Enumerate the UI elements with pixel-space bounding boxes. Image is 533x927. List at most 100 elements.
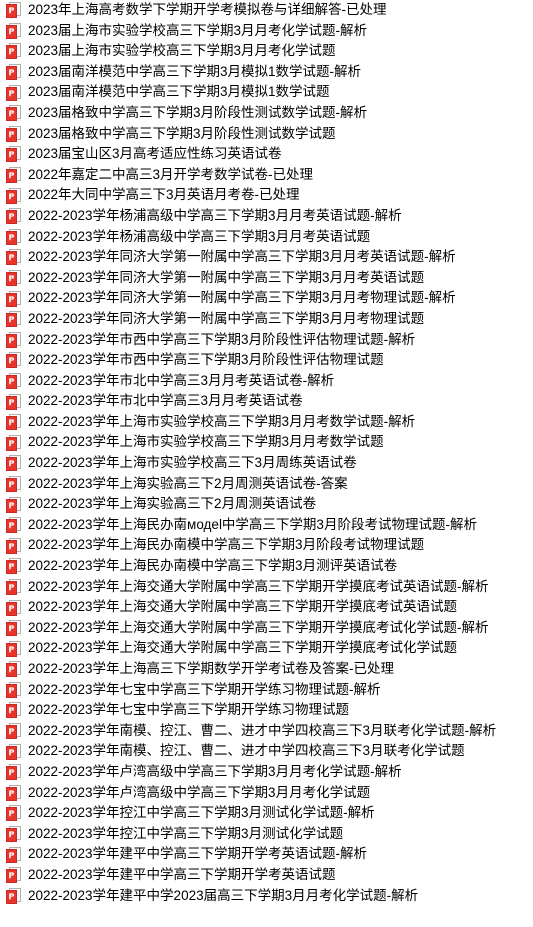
- file-list-item[interactable]: 2023届格致中学高三下学期3月阶段性测试数学试题-解析: [0, 103, 533, 124]
- pdf-document-icon: [6, 208, 21, 225]
- file-list-item[interactable]: 2022-2023学年建平中学高三下学期开学考英语试题: [0, 865, 533, 886]
- file-list-item[interactable]: 2022-2023学年上海实验高三下2月周测英语试卷-答案: [0, 474, 533, 495]
- pdf-document-icon: [6, 764, 21, 781]
- pdf-document-icon: [6, 620, 21, 637]
- file-list-item[interactable]: 2023届南洋模范中学高三下学期3月模拟1数学试题: [0, 82, 533, 103]
- file-list-item-label: 2022-2023学年同济大学第一附属中学高三下学期3月月考英语试题: [28, 269, 425, 285]
- file-list-item-label: 2022-2023学年上海民办南модel中学高三下学期3月阶段考试物理试题-解…: [28, 516, 477, 532]
- file-list-item-label: 2022-2023学年建平中学高三下学期开学考英语试题-解析: [28, 846, 368, 862]
- file-list-item-label: 2022-2023学年上海实验高三下2月周测英语试卷-答案: [28, 475, 348, 491]
- pdf-document-icon: [6, 743, 21, 760]
- file-list-item[interactable]: 2022-2023学年同济大学第一附属中学高三下学期3月月考英语试题: [0, 268, 533, 289]
- file-list-item[interactable]: 2022-2023学年上海实验高三下2月周测英语试卷: [0, 494, 533, 515]
- pdf-document-icon: [6, 578, 21, 595]
- file-list-item[interactable]: 2022-2023学年七宝中学高三下学期开学练习物理试题-解析: [0, 680, 533, 701]
- file-list-item-label: 2022-2023学年上海交通大学附属中学高三下学期开学摸底考试英语试题: [28, 599, 458, 615]
- file-list-item[interactable]: 2022-2023学年市西中学高三下学期3月阶段性评估物理试题: [0, 350, 533, 371]
- file-list-item-label: 2022-2023学年上海市实验学校高三下学期3月月考数学试题-解析: [28, 413, 416, 429]
- file-list-item[interactable]: 2022年大同中学高三下3月英语月考卷-已处理: [0, 185, 533, 206]
- pdf-document-icon: [6, 64, 21, 81]
- file-list-item[interactable]: 2022-2023学年杨浦高级中学高三下学期3月月考英语试题-解析: [0, 206, 533, 227]
- file-list-item-label: 2023届格致中学高三下学期3月阶段性测试数学试题-解析: [28, 104, 368, 120]
- file-list-item[interactable]: 2022-2023学年上海市实验学校高三下学期3月月考数学试题-解析: [0, 412, 533, 433]
- file-list-item-label: 2022-2023学年市北中学高三3月月考英语试卷: [28, 393, 303, 409]
- file-list-item[interactable]: 2023届南洋模范中学高三下学期3月模拟1数学试题-解析: [0, 62, 533, 83]
- pdf-document-icon: [6, 661, 21, 678]
- file-list-item[interactable]: 2022-2023学年建平中学高三下学期开学考英语试题-解析: [0, 844, 533, 865]
- pdf-document-icon: [6, 784, 21, 801]
- file-list-item[interactable]: 2022-2023学年上海交通大学附属中学高三下学期开学摸底考试英语试题-解析: [0, 577, 533, 598]
- file-list-item-label: 2022-2023学年上海交通大学附属中学高三下学期开学摸底考试英语试题-解析: [28, 578, 489, 594]
- file-list-item[interactable]: 2022-2023学年上海市实验学校高三下3月周练英语试卷: [0, 453, 533, 474]
- file-list-item[interactable]: 2022-2023学年南模、控江、曹二、进才中学四校高三下3月联考化学试题: [0, 741, 533, 762]
- file-list-item[interactable]: 2022-2023学年卢湾高级中学高三下学期3月月考化学试题-解析: [0, 762, 533, 783]
- pdf-document-icon: [6, 228, 21, 245]
- file-list-item-label: 2022-2023学年上海市实验学校高三下学期3月月考数学试题: [28, 434, 384, 450]
- file-list-item-label: 2022-2023学年南模、控江、曹二、进才中学四校高三下3月联考化学试题-解析: [28, 722, 497, 738]
- file-list-item[interactable]: 2023届上海市实验学校高三下学期3月月考化学试题: [0, 41, 533, 62]
- pdf-document-icon: [6, 2, 21, 19]
- pdf-document-icon: [6, 640, 21, 657]
- file-list-item-label: 2022-2023学年建平中学2023届高三下学期3月月考化学试题-解析: [28, 887, 419, 903]
- file-list-item[interactable]: 2022-2023学年上海民办南модel中学高三下学期3月阶段考试物理试题-解…: [0, 515, 533, 536]
- file-list-item-label: 2022-2023学年市西中学高三下学期3月阶段性评估物理试题-解析: [28, 331, 416, 347]
- file-list-item-label: 2022-2023学年杨浦高级中学高三下学期3月月考英语试题: [28, 228, 371, 244]
- pdf-document-icon: [6, 187, 21, 204]
- file-list-item[interactable]: 2022-2023学年上海交通大学附属中学高三下学期开学摸底考试化学试题-解析: [0, 618, 533, 639]
- file-list-item[interactable]: 2022-2023学年南模、控江、曹二、进才中学四校高三下3月联考化学试题-解析: [0, 721, 533, 742]
- file-list[interactable]: 2023年上海高考数学下学期开学考模拟卷与详细解答-已处理 2023届上海市实验…: [0, 0, 533, 906]
- file-list-item-label: 2022-2023学年同济大学第一附属中学高三下学期3月月考物理试题: [28, 310, 425, 326]
- file-list-item-label: 2022-2023学年上海交通大学附属中学高三下学期开学摸底考试化学试题-解析: [28, 619, 489, 635]
- file-list-item[interactable]: 2022-2023学年控江中学高三下学期3月测试化学试题: [0, 824, 533, 845]
- pdf-document-icon: [6, 249, 21, 266]
- file-list-item[interactable]: 2022-2023学年同济大学第一附属中学高三下学期3月月考物理试题-解析: [0, 288, 533, 309]
- file-list-item[interactable]: 2022-2023学年上海民办南模中学高三下学期3月测评英语试卷: [0, 556, 533, 577]
- pdf-document-icon: [6, 372, 21, 389]
- pdf-document-icon: [6, 43, 21, 60]
- file-list-item-label: 2023届格致中学高三下学期3月阶段性测试数学试题: [28, 125, 336, 141]
- file-list-item-label: 2022-2023学年卢湾高级中学高三下学期3月月考化学试题: [28, 784, 371, 800]
- pdf-document-icon: [6, 352, 21, 369]
- pdf-document-icon: [6, 270, 21, 287]
- pdf-document-icon: [6, 475, 21, 492]
- file-list-item[interactable]: 2022-2023学年市北中学高三3月月考英语试卷-解析: [0, 371, 533, 392]
- file-list-item-label: 2022-2023学年上海民办南模中学高三下学期3月阶段考试物理试题: [28, 537, 425, 553]
- file-list-item[interactable]: 2022-2023学年市西中学高三下学期3月阶段性评估物理试题-解析: [0, 330, 533, 351]
- pdf-document-icon: [6, 846, 21, 863]
- file-list-item[interactable]: 2022-2023学年同济大学第一附属中学高三下学期3月月考物理试题: [0, 309, 533, 330]
- file-list-item-label: 2022-2023学年卢湾高级中学高三下学期3月月考化学试题-解析: [28, 763, 402, 779]
- file-list-item[interactable]: 2023年上海高考数学下学期开学考模拟卷与详细解答-已处理: [0, 0, 533, 21]
- file-list-item[interactable]: 2022-2023学年卢湾高级中学高三下学期3月月考化学试题: [0, 783, 533, 804]
- pdf-document-icon: [6, 146, 21, 163]
- pdf-document-icon: [6, 558, 21, 575]
- pdf-document-icon: [6, 125, 21, 142]
- file-list-item[interactable]: 2022-2023学年杨浦高级中学高三下学期3月月考英语试题: [0, 227, 533, 248]
- file-list-item-label: 2023届上海市实验学校高三下学期3月月考化学试题-解析: [28, 22, 368, 38]
- file-list-item[interactable]: 2023届宝山区3月高考适应性练习英语试卷: [0, 144, 533, 165]
- file-list-item-label: 2022-2023学年市北中学高三3月月考英语试卷-解析: [28, 372, 335, 388]
- file-list-item[interactable]: 2022-2023学年上海高三下学期数学开学考试卷及答案-已处理: [0, 659, 533, 680]
- pdf-document-icon: [6, 290, 21, 307]
- file-list-item-label: 2022-2023学年上海高三下学期数学开学考试卷及答案-已处理: [28, 661, 395, 676]
- pdf-document-icon: [6, 723, 21, 740]
- pdf-document-icon: [6, 455, 21, 472]
- file-list-item[interactable]: 2023届格致中学高三下学期3月阶段性测试数学试题: [0, 124, 533, 145]
- file-list-item[interactable]: 2022-2023学年七宝中学高三下学期开学练习物理试题: [0, 700, 533, 721]
- file-list-item[interactable]: 2022年嘉定二中高三3月开学考数学试卷-已处理: [0, 165, 533, 186]
- file-list-item-label: 2022-2023学年上海实验高三下2月周测英语试卷: [28, 496, 317, 512]
- file-list-item[interactable]: 2022-2023学年同济大学第一附属中学高三下学期3月月考英语试题-解析: [0, 247, 533, 268]
- file-list-item[interactable]: 2022-2023学年控江中学高三下学期3月测试化学试题-解析: [0, 803, 533, 824]
- pdf-document-icon: [6, 867, 21, 884]
- pdf-document-icon: [6, 331, 21, 348]
- file-list-item[interactable]: 2023届上海市实验学校高三下学期3月月考化学试题-解析: [0, 21, 533, 42]
- file-list-item-label: 2022-2023学年七宝中学高三下学期开学练习物理试题: [28, 702, 350, 718]
- file-list-item[interactable]: 2022-2023学年上海市实验学校高三下学期3月月考数学试题: [0, 432, 533, 453]
- file-list-item[interactable]: 2022-2023学年市北中学高三3月月考英语试卷: [0, 391, 533, 412]
- file-list-item[interactable]: 2022-2023学年上海交通大学附属中学高三下学期开学摸底考试英语试题: [0, 597, 533, 618]
- file-list-item-label: 2023届上海市实验学校高三下学期3月月考化学试题: [28, 43, 336, 59]
- file-list-item[interactable]: 2022-2023学年上海交通大学附属中学高三下学期开学摸底考试化学试题: [0, 638, 533, 659]
- file-list-item[interactable]: 2022-2023学年上海民办南模中学高三下学期3月阶段考试物理试题: [0, 535, 533, 556]
- file-list-item-label: 2023届宝山区3月高考适应性练习英语试卷: [28, 146, 282, 162]
- file-list-item-label: 2022-2023学年市西中学高三下学期3月阶段性评估物理试题: [28, 352, 384, 368]
- file-list-item[interactable]: 2022-2023学年建平中学2023届高三下学期3月月考化学试题-解析: [0, 886, 533, 907]
